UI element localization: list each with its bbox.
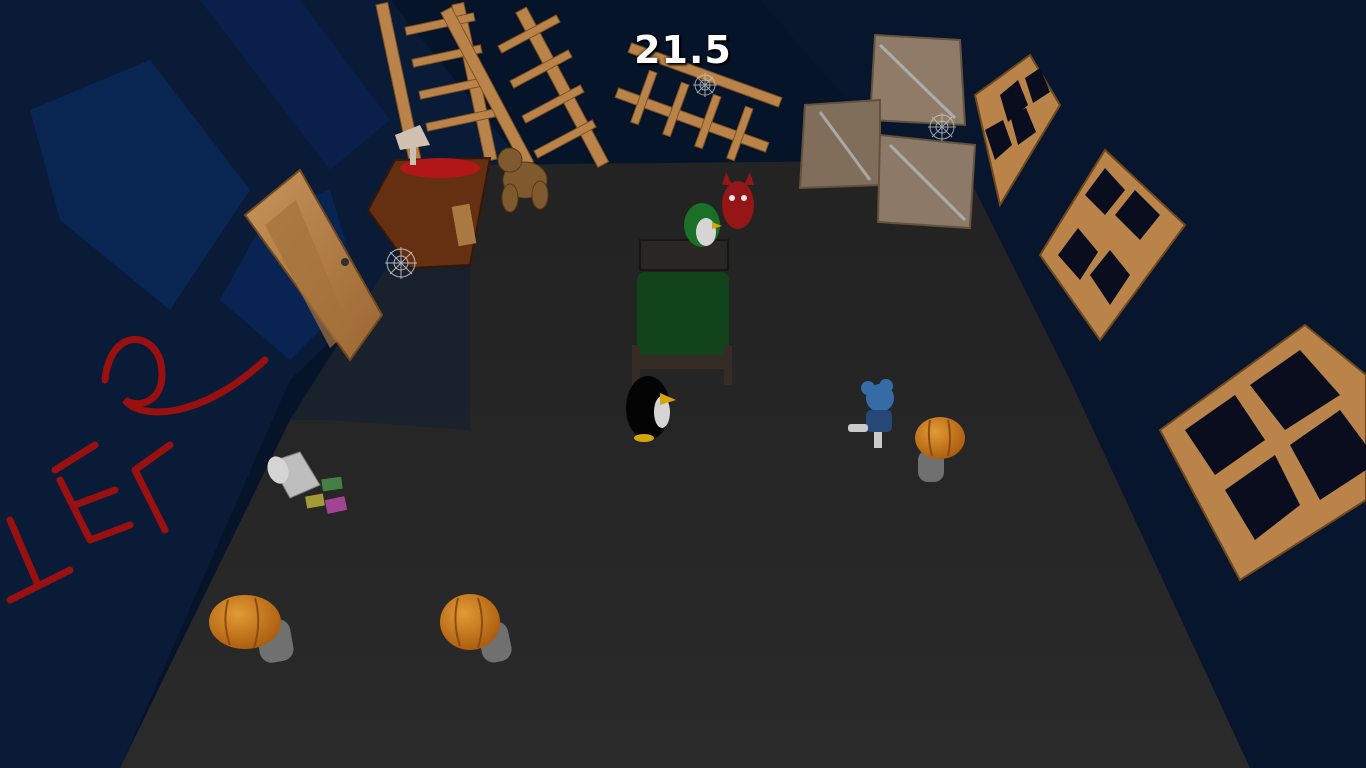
game-scene[interactable] (0, 0, 1366, 768)
vignette (0, 0, 1366, 768)
countdown-timer: 21.5 (634, 28, 732, 72)
